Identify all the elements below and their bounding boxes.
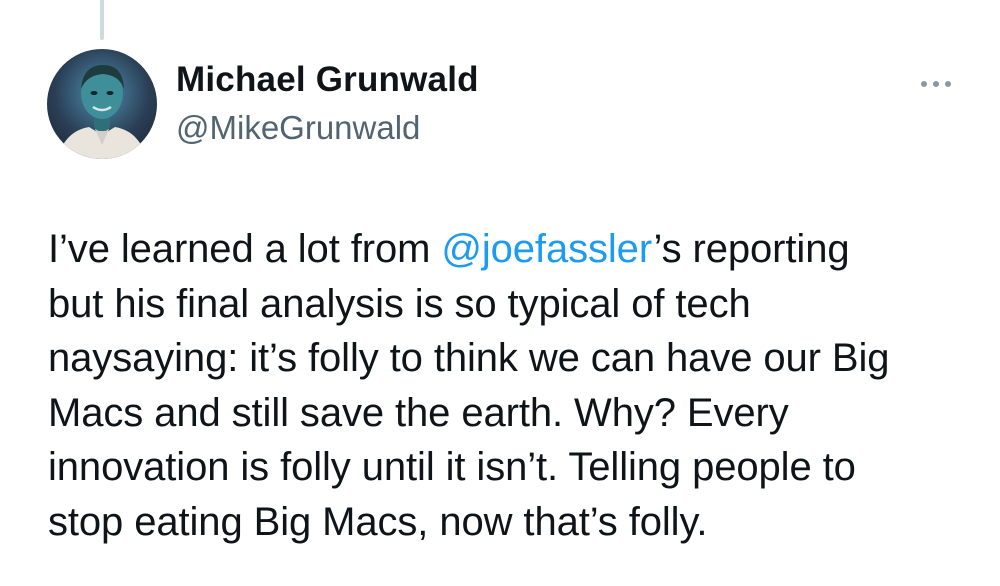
thread-connector-line [100, 0, 104, 40]
author-display-name[interactable]: Michael Grunwald [176, 60, 479, 100]
tweet-text-line: stop eating Big Macs, now that’s folly. [48, 499, 708, 544]
more-horizontal-icon [921, 81, 927, 87]
tweet-card: Michael Grunwald @MikeGrunwald I’ve lear… [0, 0, 1000, 586]
author-handle[interactable]: @MikeGrunwald [176, 109, 420, 147]
tweet-text-line: Macs and still save the earth. Why? Ever… [48, 390, 789, 435]
mention-link[interactable]: @joefassler [441, 227, 653, 271]
more-horizontal-icon [945, 81, 951, 87]
avatar[interactable] [47, 49, 157, 159]
tweet-text-segment: I’ve learned a lot from [48, 227, 442, 271]
tweet-text: I’ve learned a lot from @joefassler’s re… [48, 222, 968, 549]
avatar-photo-icon [57, 65, 147, 159]
more-options-button[interactable] [908, 66, 964, 102]
tweet-text-line: but his final analysis is so typical of … [48, 281, 751, 326]
tweet-text-line: naysaying: it’s folly to think we can ha… [48, 336, 890, 380]
tweet-text-line: innovation is folly until it isn’t. Tell… [48, 445, 856, 489]
more-horizontal-icon [933, 81, 939, 87]
tweet-text-segment: ’s reporting [653, 227, 850, 271]
tweet-text-line: I’ve learned a lot from @joefassler’s re… [48, 222, 968, 277]
